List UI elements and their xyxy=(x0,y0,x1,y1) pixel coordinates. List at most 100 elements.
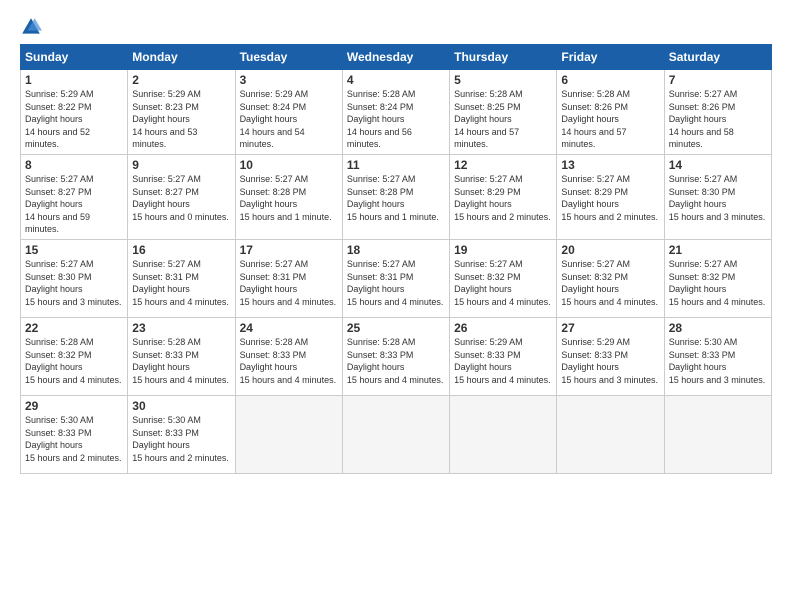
calendar-week-2: 8Sunrise: 5:27 AMSunset: 8:27 PMDaylight… xyxy=(21,154,772,239)
day-info: Sunrise: 5:30 AMSunset: 8:33 PMDaylight … xyxy=(669,336,767,386)
day-info: Sunrise: 5:27 AMSunset: 8:31 PMDaylight … xyxy=(240,258,338,308)
calendar-cell: 2Sunrise: 5:29 AMSunset: 8:23 PMDaylight… xyxy=(128,70,235,155)
day-number: 3 xyxy=(240,73,338,87)
day-info: Sunrise: 5:27 AMSunset: 8:31 PMDaylight … xyxy=(347,258,445,308)
calendar-cell xyxy=(557,395,664,473)
calendar-cell: 11Sunrise: 5:27 AMSunset: 8:28 PMDayligh… xyxy=(342,154,449,239)
day-number: 13 xyxy=(561,158,659,172)
day-number: 19 xyxy=(454,243,552,257)
calendar-cell: 5Sunrise: 5:28 AMSunset: 8:25 PMDaylight… xyxy=(450,70,557,155)
day-number: 27 xyxy=(561,321,659,335)
day-info: Sunrise: 5:27 AMSunset: 8:32 PMDaylight … xyxy=(669,258,767,308)
day-info: Sunrise: 5:27 AMSunset: 8:27 PMDaylight … xyxy=(25,173,123,236)
day-info: Sunrise: 5:28 AMSunset: 8:33 PMDaylight … xyxy=(347,336,445,386)
day-info: Sunrise: 5:29 AMSunset: 8:33 PMDaylight … xyxy=(561,336,659,386)
day-number: 28 xyxy=(669,321,767,335)
day-number: 2 xyxy=(132,73,230,87)
day-number: 17 xyxy=(240,243,338,257)
day-number: 22 xyxy=(25,321,123,335)
day-number: 18 xyxy=(347,243,445,257)
day-number: 11 xyxy=(347,158,445,172)
calendar-cell: 28Sunrise: 5:30 AMSunset: 8:33 PMDayligh… xyxy=(664,317,771,395)
day-info: Sunrise: 5:27 AMSunset: 8:30 PMDaylight … xyxy=(25,258,123,308)
col-header-sunday: Sunday xyxy=(21,45,128,70)
calendar-cell: 1Sunrise: 5:29 AMSunset: 8:22 PMDaylight… xyxy=(21,70,128,155)
page-container: SundayMondayTuesdayWednesdayThursdayFrid… xyxy=(0,0,792,484)
day-info: Sunrise: 5:29 AMSunset: 8:22 PMDaylight … xyxy=(25,88,123,151)
day-number: 5 xyxy=(454,73,552,87)
calendar-cell: 7Sunrise: 5:27 AMSunset: 8:26 PMDaylight… xyxy=(664,70,771,155)
calendar-cell: 13Sunrise: 5:27 AMSunset: 8:29 PMDayligh… xyxy=(557,154,664,239)
day-number: 14 xyxy=(669,158,767,172)
day-number: 10 xyxy=(240,158,338,172)
col-header-saturday: Saturday xyxy=(664,45,771,70)
logo xyxy=(20,16,46,38)
calendar-week-1: 1Sunrise: 5:29 AMSunset: 8:22 PMDaylight… xyxy=(21,70,772,155)
calendar-cell: 29Sunrise: 5:30 AMSunset: 8:33 PMDayligh… xyxy=(21,395,128,473)
calendar-cell xyxy=(342,395,449,473)
day-number: 9 xyxy=(132,158,230,172)
day-info: Sunrise: 5:27 AMSunset: 8:32 PMDaylight … xyxy=(454,258,552,308)
day-number: 29 xyxy=(25,399,123,413)
day-info: Sunrise: 5:28 AMSunset: 8:24 PMDaylight … xyxy=(347,88,445,151)
day-info: Sunrise: 5:30 AMSunset: 8:33 PMDaylight … xyxy=(25,414,123,464)
calendar-cell: 30Sunrise: 5:30 AMSunset: 8:33 PMDayligh… xyxy=(128,395,235,473)
calendar-cell: 10Sunrise: 5:27 AMSunset: 8:28 PMDayligh… xyxy=(235,154,342,239)
day-info: Sunrise: 5:27 AMSunset: 8:26 PMDaylight … xyxy=(669,88,767,151)
header xyxy=(20,16,772,38)
day-info: Sunrise: 5:27 AMSunset: 8:29 PMDaylight … xyxy=(561,173,659,223)
calendar-week-4: 22Sunrise: 5:28 AMSunset: 8:32 PMDayligh… xyxy=(21,317,772,395)
day-info: Sunrise: 5:30 AMSunset: 8:33 PMDaylight … xyxy=(132,414,230,464)
day-info: Sunrise: 5:27 AMSunset: 8:31 PMDaylight … xyxy=(132,258,230,308)
day-number: 12 xyxy=(454,158,552,172)
day-info: Sunrise: 5:29 AMSunset: 8:24 PMDaylight … xyxy=(240,88,338,151)
day-number: 7 xyxy=(669,73,767,87)
calendar-header-row: SundayMondayTuesdayWednesdayThursdayFrid… xyxy=(21,45,772,70)
calendar-week-5: 29Sunrise: 5:30 AMSunset: 8:33 PMDayligh… xyxy=(21,395,772,473)
calendar-cell: 16Sunrise: 5:27 AMSunset: 8:31 PMDayligh… xyxy=(128,239,235,317)
day-info: Sunrise: 5:27 AMSunset: 8:30 PMDaylight … xyxy=(669,173,767,223)
day-info: Sunrise: 5:27 AMSunset: 8:27 PMDaylight … xyxy=(132,173,230,223)
calendar-cell: 3Sunrise: 5:29 AMSunset: 8:24 PMDaylight… xyxy=(235,70,342,155)
day-info: Sunrise: 5:27 AMSunset: 8:29 PMDaylight … xyxy=(454,173,552,223)
calendar-cell xyxy=(450,395,557,473)
calendar-cell: 8Sunrise: 5:27 AMSunset: 8:27 PMDaylight… xyxy=(21,154,128,239)
calendar-cell: 17Sunrise: 5:27 AMSunset: 8:31 PMDayligh… xyxy=(235,239,342,317)
calendar-cell: 6Sunrise: 5:28 AMSunset: 8:26 PMDaylight… xyxy=(557,70,664,155)
day-info: Sunrise: 5:28 AMSunset: 8:33 PMDaylight … xyxy=(240,336,338,386)
day-info: Sunrise: 5:27 AMSunset: 8:28 PMDaylight … xyxy=(240,173,338,223)
day-number: 25 xyxy=(347,321,445,335)
day-info: Sunrise: 5:28 AMSunset: 8:26 PMDaylight … xyxy=(561,88,659,151)
day-number: 24 xyxy=(240,321,338,335)
calendar-cell: 15Sunrise: 5:27 AMSunset: 8:30 PMDayligh… xyxy=(21,239,128,317)
calendar-cell: 4Sunrise: 5:28 AMSunset: 8:24 PMDaylight… xyxy=(342,70,449,155)
col-header-tuesday: Tuesday xyxy=(235,45,342,70)
day-number: 1 xyxy=(25,73,123,87)
logo-icon xyxy=(20,16,42,38)
day-info: Sunrise: 5:27 AMSunset: 8:32 PMDaylight … xyxy=(561,258,659,308)
day-number: 26 xyxy=(454,321,552,335)
day-info: Sunrise: 5:27 AMSunset: 8:28 PMDaylight … xyxy=(347,173,445,223)
calendar-cell xyxy=(235,395,342,473)
calendar-cell: 25Sunrise: 5:28 AMSunset: 8:33 PMDayligh… xyxy=(342,317,449,395)
day-number: 6 xyxy=(561,73,659,87)
day-number: 4 xyxy=(347,73,445,87)
calendar-cell: 19Sunrise: 5:27 AMSunset: 8:32 PMDayligh… xyxy=(450,239,557,317)
day-info: Sunrise: 5:29 AMSunset: 8:23 PMDaylight … xyxy=(132,88,230,151)
day-number: 20 xyxy=(561,243,659,257)
day-number: 30 xyxy=(132,399,230,413)
calendar-cell: 21Sunrise: 5:27 AMSunset: 8:32 PMDayligh… xyxy=(664,239,771,317)
calendar-cell: 12Sunrise: 5:27 AMSunset: 8:29 PMDayligh… xyxy=(450,154,557,239)
day-number: 15 xyxy=(25,243,123,257)
calendar-cell: 24Sunrise: 5:28 AMSunset: 8:33 PMDayligh… xyxy=(235,317,342,395)
calendar-cell: 14Sunrise: 5:27 AMSunset: 8:30 PMDayligh… xyxy=(664,154,771,239)
day-number: 8 xyxy=(25,158,123,172)
col-header-thursday: Thursday xyxy=(450,45,557,70)
day-info: Sunrise: 5:28 AMSunset: 8:25 PMDaylight … xyxy=(454,88,552,151)
calendar-cell: 27Sunrise: 5:29 AMSunset: 8:33 PMDayligh… xyxy=(557,317,664,395)
calendar-cell: 26Sunrise: 5:29 AMSunset: 8:33 PMDayligh… xyxy=(450,317,557,395)
calendar-cell: 22Sunrise: 5:28 AMSunset: 8:32 PMDayligh… xyxy=(21,317,128,395)
day-info: Sunrise: 5:28 AMSunset: 8:32 PMDaylight … xyxy=(25,336,123,386)
day-info: Sunrise: 5:29 AMSunset: 8:33 PMDaylight … xyxy=(454,336,552,386)
calendar-week-3: 15Sunrise: 5:27 AMSunset: 8:30 PMDayligh… xyxy=(21,239,772,317)
